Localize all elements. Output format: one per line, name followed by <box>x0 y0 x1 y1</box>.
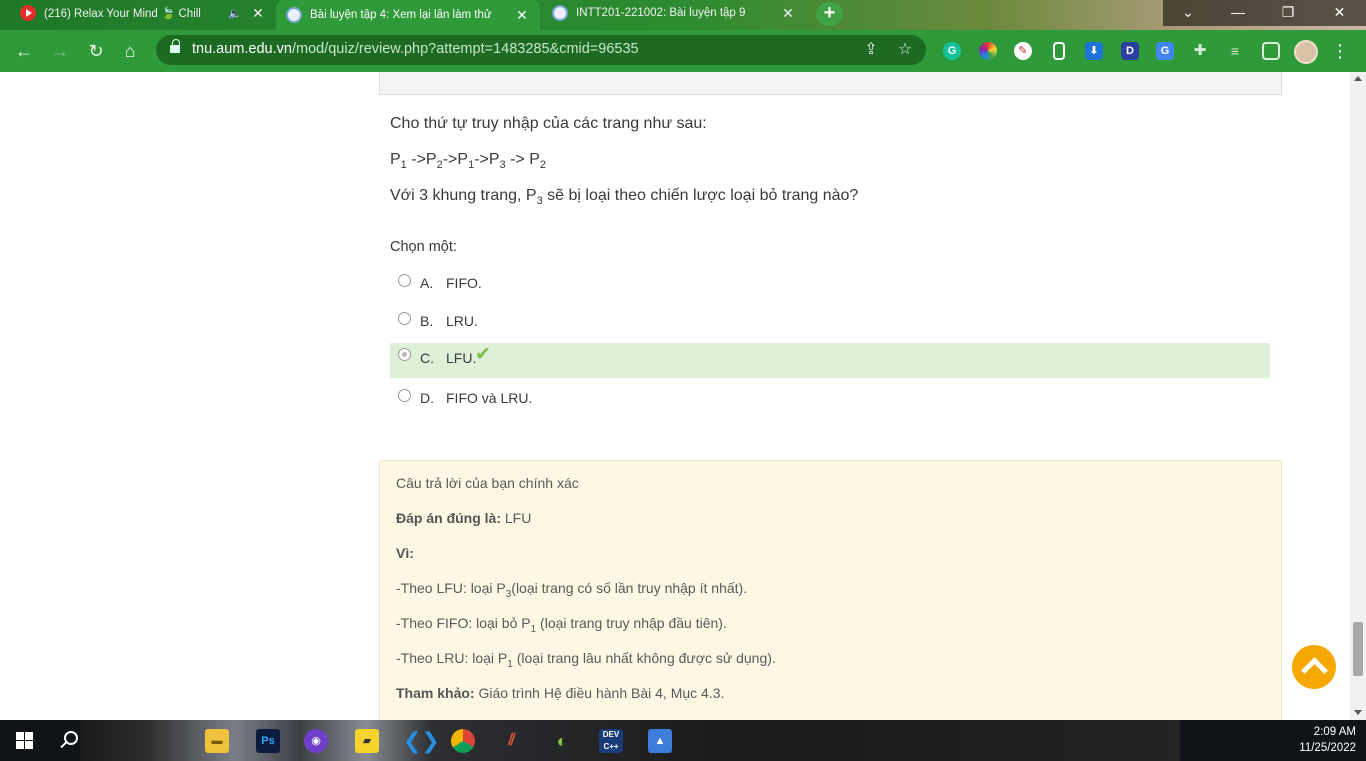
radio-a[interactable] <box>398 274 411 287</box>
option-letter: D. <box>420 390 434 406</box>
question-intro: Cho thứ tự truy nhập của các trang như s… <box>390 115 707 132</box>
github-desktop-icon[interactable]: ◉ <box>304 729 328 753</box>
browser-tab-strip: (216) Relax Your Mind 🍃 Chill 🔈 ✕ Bài lu… <box>0 0 1366 30</box>
download-extension-icon[interactable]: ⬇ <box>1085 42 1103 60</box>
reference: Tham khảo: Giáo trình Hệ điều hành Bài 4… <box>396 685 725 701</box>
taskbar-clock[interactable]: 2:09 AM 11/25/2022 <box>1299 724 1356 756</box>
option-text: FIFO và LRU. <box>446 390 533 406</box>
close-window-icon[interactable]: ✕ <box>1313 0 1366 26</box>
answer-option-a[interactable]: A. FIFO. <box>390 264 1270 299</box>
bookmark-star-icon[interactable]: ☆ <box>896 41 914 59</box>
option-text: LRU. <box>446 313 478 329</box>
dictionary-extension-icon[interactable]: D <box>1121 42 1139 60</box>
browser-toolbar: ← → ↻ ⌂ tnu.aum.edu.vn/mod/quiz/review.p… <box>0 30 1366 72</box>
answer-option-c[interactable]: C. LFU. ✔ <box>390 343 1270 378</box>
feedback-result: Câu trả lời của bạn chính xác <box>396 475 579 491</box>
option-letter: C. <box>420 350 434 366</box>
correct-check-icon: ✔ <box>475 344 491 365</box>
color-picker-extension-icon[interactable] <box>979 42 997 60</box>
tab-intt201[interactable]: INTT201-221002: Bài luyện tập 9 ✕ <box>542 0 806 26</box>
pen-extension-icon[interactable]: ✎ <box>1014 42 1032 60</box>
address-bar[interactable]: tnu.aum.edu.vn/mod/quiz/review.php?attem… <box>156 35 926 65</box>
sticky-notes-icon[interactable]: ▰ <box>355 729 379 753</box>
taskbar-search-icon[interactable] <box>64 731 78 745</box>
explanation-lfu: -Theo LFU: loại P3(loại trang có số lần … <box>396 580 748 600</box>
tab-search-icon[interactable]: ⌄ <box>1163 0 1213 26</box>
url-text[interactable]: tnu.aum.edu.vn/mod/quiz/review.php?attem… <box>192 41 639 57</box>
tab-quiz-review[interactable]: Bài luyện tập 4: Xem lại lần làm thử ✕ <box>276 0 540 30</box>
tab-title: Bài luyện tập 4: Xem lại lần làm thử <box>310 9 492 21</box>
access-sequence: P1 ->P2->P1->P3 -> P2 <box>390 151 547 171</box>
reason-label: Vì: <box>396 545 414 561</box>
side-panel-icon[interactable] <box>1262 42 1280 60</box>
photoshop-icon[interactable]: Ps <box>256 729 280 753</box>
radio-d[interactable] <box>398 389 411 402</box>
page-scrollbar[interactable] <box>1350 72 1366 720</box>
option-letter: A. <box>420 275 434 291</box>
restore-icon[interactable]: ❐ <box>1263 0 1313 26</box>
share-icon[interactable]: ⇪ <box>862 41 880 59</box>
devc-icon[interactable]: DEV C++ <box>599 729 623 753</box>
quiz-review-page: Cho thứ tự truy nhập của các trang như s… <box>0 72 1350 720</box>
correct-answer: Đáp án đúng là: LFU <box>396 510 532 526</box>
answer-option-d[interactable]: D. FIFO và LRU. <box>390 379 1270 414</box>
radio-b[interactable] <box>398 312 411 325</box>
new-tab-button[interactable]: + <box>816 2 843 26</box>
moodle-icon <box>552 5 568 21</box>
radio-c[interactable] <box>398 348 411 361</box>
explanation-fifo: -Theo FIFO: loại bỏ P1 (loại trang truy … <box>396 615 727 635</box>
tab-title: (216) Relax Your Mind 🍃 Chill <box>44 8 201 20</box>
option-text: LFU. <box>446 350 477 366</box>
question-info-strip <box>379 72 1282 95</box>
option-letter: B. <box>420 313 434 329</box>
browser-menu-icon[interactable]: ⋮ <box>1330 40 1350 64</box>
extensions-puzzle-icon[interactable]: ✚ <box>1191 42 1209 60</box>
audio-icon[interactable]: 🔈 <box>228 7 242 20</box>
tab-youtube[interactable]: (216) Relax Your Mind 🍃 Chill 🔈 ✕ <box>10 0 276 26</box>
translate-extension-icon[interactable]: G <box>1156 42 1174 60</box>
file-explorer-icon[interactable]: ▬ <box>205 729 229 753</box>
taskbar-background <box>80 720 1180 761</box>
grammarly-extension-icon[interactable]: G <box>943 42 961 60</box>
vscode-icon[interactable]: ❮❯ <box>403 729 440 753</box>
winrar-icon[interactable]: ⫽ <box>500 729 524 753</box>
forward-icon[interactable]: → <box>48 39 72 63</box>
reading-list-icon[interactable]: ≡ <box>1226 42 1244 60</box>
chrome-icon[interactable] <box>451 729 475 753</box>
moodle-icon <box>286 7 302 23</box>
youtube-icon <box>20 5 36 21</box>
scrollbar-thumb[interactable] <box>1353 622 1363 676</box>
explanation-lru: -Theo LRU: loại P1 (loại trang lâu nhất … <box>396 650 776 670</box>
profile-avatar[interactable] <box>1294 40 1318 64</box>
choose-one-label: Chọn một: <box>390 239 457 255</box>
scroll-up-arrow-icon[interactable] <box>1354 76 1362 81</box>
option-text: FIFO. <box>446 275 482 291</box>
answer-option-b[interactable]: B. LRU. <box>390 302 1270 337</box>
minimize-icon[interactable]: — <box>1213 0 1263 26</box>
lock-icon[interactable] <box>170 39 180 55</box>
windows-taskbar: ▬ Ps ◉ ▰ ❮❯ ⫽ ◐ DEV C++ ▲ 2:09 AM 11/25/2… <box>0 720 1366 761</box>
reader-extension-icon[interactable] <box>1053 42 1065 60</box>
back-to-top-button[interactable] <box>1292 645 1336 689</box>
reload-icon[interactable]: ↻ <box>84 39 108 63</box>
back-icon[interactable]: ← <box>12 39 36 63</box>
tab-title: INTT201-221002: Bài luyện tập 9 <box>576 7 746 19</box>
question-prompt: Với 3 khung trang, P3 sẽ bị loại theo ch… <box>390 187 859 207</box>
close-tab-icon[interactable]: ✕ <box>250 5 266 22</box>
close-tab-icon[interactable]: ✕ <box>780 5 796 22</box>
photos-icon[interactable]: ▲ <box>648 729 672 753</box>
feedback-panel: Câu trả lời của bạn chính xác Đáp án đún… <box>379 460 1282 720</box>
close-tab-icon[interactable]: ✕ <box>514 7 530 24</box>
home-icon[interactable]: ⌂ <box>118 39 142 63</box>
scroll-down-arrow-icon[interactable] <box>1354 710 1362 715</box>
windows-start-icon[interactable] <box>16 732 33 749</box>
app-icon[interactable]: ◐ <box>550 729 574 753</box>
